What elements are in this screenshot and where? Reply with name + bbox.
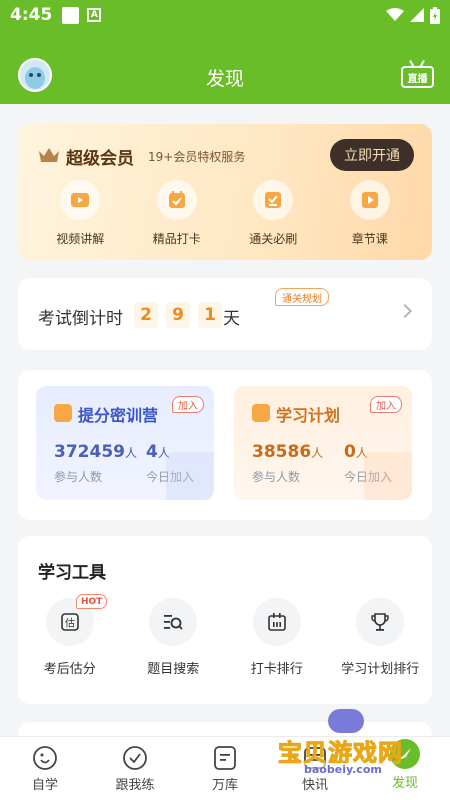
participants-label: 参与人数 [252, 470, 301, 484]
tab-label: 跟我练 [115, 778, 155, 793]
vip-item-checkin[interactable]: 精品打卡 [137, 180, 217, 247]
status-bar: 4:45 A [0, 0, 450, 30]
checklist-icon [253, 180, 294, 220]
vip-card[interactable]: 超级会员 19+会员特权服务 立即开通 视频讲解 精品打卡 通关必刷 章节课 [18, 124, 432, 260]
hot-badge: HOT [76, 594, 108, 609]
news-icon [304, 747, 326, 769]
countdown-digit: 2 [134, 302, 158, 328]
tab-practice[interactable]: 跟我练 [90, 737, 180, 800]
tab-label: 万库 [211, 778, 238, 793]
join-badge[interactable]: 加入 [370, 396, 402, 413]
participants-unit: 人 [124, 446, 137, 460]
top-header: 发现 直播 [0, 30, 450, 104]
check-circle-icon [123, 746, 147, 770]
tool-label: 打卡排行 [250, 662, 303, 677]
bottom-tab-bar: 自学 跟我练 万库 快讯 发现 [0, 736, 450, 800]
library-icon [214, 746, 236, 770]
participants-count: 38586人 [252, 442, 323, 462]
tab-label: 自学 [31, 778, 58, 793]
camp-check-icon [54, 404, 72, 422]
chevron-right-icon [397, 303, 413, 319]
discover-icon [390, 739, 420, 769]
page-title: 发现 [205, 68, 244, 90]
tab-news[interactable]: 快讯 [270, 737, 360, 800]
camp-decoration [166, 452, 214, 500]
search-list-icon [149, 598, 198, 646]
today-value: 4 [146, 442, 158, 462]
exam-countdown-card[interactable]: 考试倒计时 2 9 1 天 通关规划 [18, 278, 432, 350]
camp-card-boost[interactable]: 提分密训营 加入 372459人 4人 参与人数 今日加入 [36, 386, 214, 500]
next-section-card [18, 722, 432, 736]
participants-count: 372459人 [54, 442, 137, 462]
vip-item-label: 视频讲解 [56, 232, 105, 246]
status-time: 4:45 [10, 5, 53, 25]
tool-estimate[interactable]: 估 HOT 考后估分 [18, 594, 122, 677]
participants-value: 372459 [54, 442, 125, 462]
signal-icon [410, 8, 424, 22]
tab-discover[interactable]: 发现 [360, 737, 450, 800]
tool-plan-rank[interactable]: 学习计划排行 [329, 598, 433, 677]
camp-title: 提分密训营 [78, 406, 159, 425]
course-icon [349, 180, 390, 220]
checkin-icon [156, 180, 197, 220]
vip-open-button[interactable]: 立即开通 [330, 139, 414, 171]
participants-value: 38586 [252, 442, 312, 462]
live-label: 直播 [401, 66, 434, 88]
join-badge[interactable]: 加入 [172, 396, 204, 413]
camp-card-plan[interactable]: 学习计划 加入 38586人 0人 参与人数 今日加入 [234, 386, 412, 500]
camp-title: 学习计划 [276, 406, 341, 425]
tool-label: 学习计划排行 [341, 662, 420, 677]
battery-icon [430, 6, 440, 24]
wifi-icon [386, 8, 404, 21]
tool-label: 题目搜索 [147, 662, 200, 677]
tool-checkin-rank[interactable]: 打卡排行 [225, 598, 329, 677]
countdown-label: 考试倒计时 [38, 309, 123, 329]
tool-label: 考后估分 [43, 662, 96, 677]
vip-item-label: 章节课 [351, 232, 388, 246]
countdown-digits: 2 9 1 [134, 302, 222, 328]
tool-search[interactable]: 题目搜索 [122, 598, 226, 677]
tab-label: 快讯 [301, 778, 328, 793]
plan-doc-icon [252, 404, 270, 422]
live-button[interactable]: 直播 [401, 60, 434, 90]
tab-label: 发现 [391, 776, 418, 791]
participants-label: 参与人数 [54, 470, 103, 484]
vip-item-video[interactable]: 视频讲解 [40, 180, 120, 247]
vip-benefits: 视频讲解 精品打卡 通关必刷 章节课 [18, 180, 432, 247]
participants-unit: 人 [311, 446, 324, 460]
discover-content: 超级会员 19+会员特权服务 立即开通 视频讲解 精品打卡 通关必刷 章节课 考… [0, 104, 450, 736]
section-title: 学习工具 [38, 563, 106, 583]
vip-item-label: 通关必刷 [249, 232, 298, 246]
tool-row: 估 HOT 考后估分 题目搜索 打卡排行 学习计划排行 [18, 594, 433, 677]
calendar-icon [252, 598, 301, 646]
vip-item-must-do[interactable]: 通关必刷 [233, 180, 313, 247]
study-camps-card: 提分密训营 加入 372459人 4人 参与人数 今日加入 学习计划 加入 38… [18, 370, 432, 520]
notification-a-icon: A [87, 8, 102, 22]
svg-text:估: 估 [65, 617, 75, 630]
vip-title: 超级会员 [66, 149, 134, 169]
countdown-unit: 天 [223, 309, 240, 329]
plan-tag[interactable]: 通关规划 [275, 288, 329, 306]
camp-decoration [364, 452, 412, 500]
crown-icon [39, 148, 59, 162]
countdown-digit: 1 [198, 302, 222, 328]
vip-item-chapter[interactable]: 章节课 [330, 180, 410, 247]
video-icon [60, 180, 101, 220]
countdown-digit: 9 [166, 302, 190, 328]
vip-subtitle: 19+会员特权服务 [148, 150, 246, 164]
self-study-icon [33, 746, 57, 770]
study-tools-card: 学习工具 估 HOT 考后估分 题目搜索 打卡排行 学习计划排行 [18, 536, 432, 704]
tab-self-study[interactable]: 自学 [0, 737, 90, 800]
vip-item-label: 精品打卡 [152, 232, 201, 246]
tab-library[interactable]: 万库 [180, 737, 270, 800]
notification-icon [62, 6, 80, 24]
today-value: 0 [344, 442, 356, 462]
trophy-icon [356, 598, 405, 646]
